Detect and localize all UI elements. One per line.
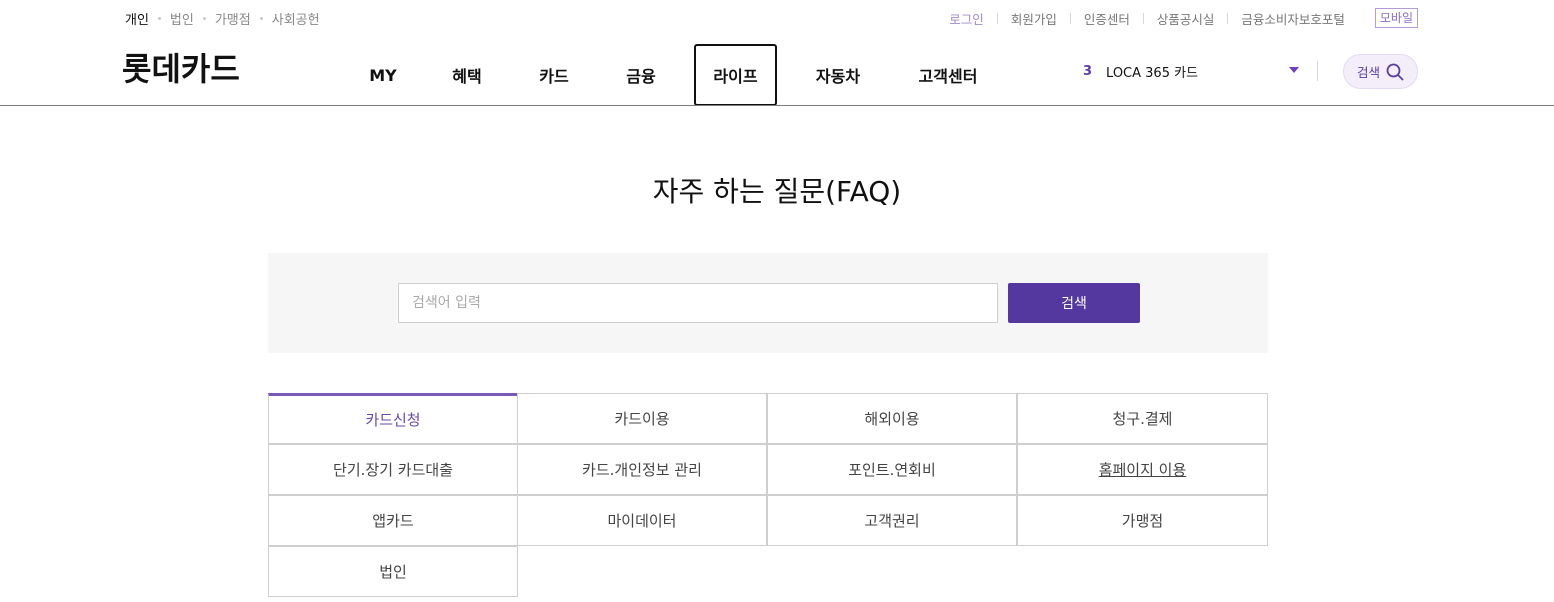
faq-search-area: 검색	[268, 253, 1268, 353]
category-card-loan[interactable]: 단기.장기 카드대출	[268, 444, 518, 495]
separator-dot	[157, 17, 161, 20]
category-merchant[interactable]: 가맹점	[1017, 495, 1268, 546]
segment-nav: 개인 법인 가맹점 사회공헌	[125, 9, 320, 28]
search-icon	[1386, 63, 1404, 80]
segment-personal[interactable]: 개인	[125, 9, 149, 28]
gnb-benefits[interactable]: 혜택	[439, 44, 495, 106]
category-app-card[interactable]: 앱카드	[268, 495, 518, 546]
search-label: 검색	[1356, 65, 1380, 80]
login-link[interactable]: 로그인	[949, 9, 984, 28]
product-disclosure-link[interactable]: 상품공시실	[1157, 9, 1215, 28]
category-customer-rights[interactable]: 고객권리	[767, 495, 1017, 546]
gnb-finance[interactable]: 금융	[613, 44, 669, 106]
segment-corporate[interactable]: 법인	[170, 9, 194, 28]
signup-link[interactable]: 회원가입	[1011, 9, 1057, 28]
page-title: 자주 하는 질문(FAQ)	[652, 175, 902, 208]
category-mydata[interactable]: 마이데이터	[517, 495, 767, 546]
divider	[996, 12, 998, 24]
mobile-button[interactable]: 모바일	[1374, 8, 1418, 28]
card-name: LOCA 365 카드	[1106, 65, 1199, 81]
caret-down-icon	[1289, 67, 1299, 73]
header-divider	[0, 105, 1554, 106]
logo[interactable]: 롯데카드	[122, 44, 240, 90]
category-corporate[interactable]: 법인	[268, 546, 518, 597]
divider	[1142, 12, 1144, 24]
category-privacy[interactable]: 카드.개인정보 관리	[517, 444, 767, 495]
utility-links: 로그인 회원가입 인증센터 상품공시실 금융소비자보호포털 모바일	[949, 8, 1418, 28]
category-card-usage[interactable]: 카드이용	[517, 393, 767, 444]
gnb-life[interactable]: 라이프	[694, 44, 777, 106]
category-homepage[interactable]: 홈페이지 이용	[1017, 444, 1268, 495]
card-select-dropdown[interactable]: 3 LOCA 365 카드	[1083, 60, 1299, 82]
divider	[1227, 12, 1229, 24]
gnb-auto[interactable]: 자동차	[806, 44, 870, 106]
separator-dot	[259, 17, 263, 20]
category-billing[interactable]: 청구.결제	[1017, 393, 1268, 444]
gnb-customer-center[interactable]: 고객센터	[908, 44, 988, 106]
divider	[1317, 61, 1318, 81]
category-points[interactable]: 포인트.연회비	[767, 444, 1017, 495]
separator-dot	[202, 17, 206, 20]
consumer-protection-link[interactable]: 금융소비자보호포털	[1241, 9, 1345, 28]
segment-merchant[interactable]: 가맹점	[215, 9, 251, 28]
divider	[1069, 12, 1071, 24]
faq-search-input[interactable]	[398, 283, 998, 323]
gnb-my[interactable]: MY	[355, 44, 411, 106]
category-overseas[interactable]: 해외이용	[767, 393, 1017, 444]
faq-search-button[interactable]: 검색	[1008, 283, 1140, 323]
segment-social[interactable]: 사회공헌	[272, 9, 320, 28]
category-card-apply[interactable]: 카드신청	[268, 393, 518, 444]
global-search-button[interactable]: 검색	[1343, 54, 1418, 89]
gnb-card[interactable]: 카드	[526, 44, 582, 106]
auth-center-link[interactable]: 인증센터	[1084, 9, 1130, 28]
card-count: 3	[1083, 63, 1093, 79]
